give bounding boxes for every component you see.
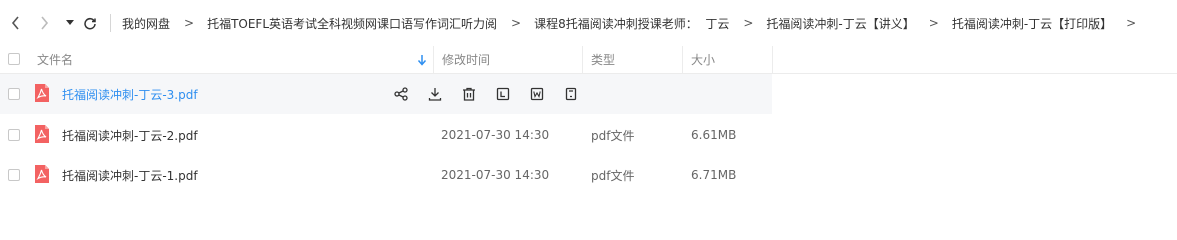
breadcrumb-separator: > bbox=[184, 16, 195, 30]
convert-to-word-button[interactable] bbox=[528, 85, 546, 103]
column-header-type-label: 类型 bbox=[591, 53, 616, 67]
breadcrumb-separator: > bbox=[743, 16, 754, 30]
breadcrumb-item[interactable]: 我的网盘 bbox=[122, 15, 170, 32]
refresh-button[interactable] bbox=[80, 11, 100, 35]
file-list-header: 文件名 修改时间 类型 大小 bbox=[0, 46, 1177, 74]
breadcrumb-item[interactable]: 托福TOEFL英语考试全科视频网课口语写作词汇听力阅 bbox=[207, 15, 497, 32]
file-row[interactable]: 托福阅读冲刺-丁云-3.pdf bbox=[0, 74, 772, 114]
chevron-right-icon bbox=[41, 16, 49, 30]
pdf-file-icon bbox=[35, 125, 49, 143]
pdf-file-icon bbox=[35, 84, 49, 102]
breadcrumb-separator: > bbox=[511, 16, 522, 30]
column-header-size[interactable]: 大小 bbox=[682, 46, 772, 73]
delete-icon bbox=[463, 87, 475, 101]
refresh-icon bbox=[84, 17, 96, 30]
top-bar: 我的网盘 > 托福TOEFL英语考试全科视频网课口语写作词汇听力阅 > 课程8托… bbox=[0, 0, 1177, 46]
row-checkbox[interactable] bbox=[8, 129, 20, 141]
forward-button[interactable] bbox=[34, 11, 54, 35]
file-type: pdf文件 bbox=[591, 128, 635, 143]
caret-down-icon bbox=[66, 20, 74, 25]
column-header-modified-label: 修改时间 bbox=[442, 53, 491, 67]
chevron-left-icon bbox=[11, 16, 19, 30]
file-row[interactable]: 托福阅读冲刺-丁云-1.pdf 2021-07-30 14:30 pdf文件 6… bbox=[0, 155, 772, 195]
download-icon bbox=[428, 88, 442, 101]
column-header-name[interactable]: 文件名 bbox=[26, 46, 433, 73]
rename-button[interactable] bbox=[494, 85, 512, 103]
word-convert-icon bbox=[530, 87, 544, 101]
row-checkbox[interactable] bbox=[8, 169, 20, 181]
row-checkbox[interactable] bbox=[8, 88, 20, 100]
file-type: pdf文件 bbox=[591, 168, 635, 183]
file-name[interactable]: 托福阅读冲刺-丁云-1.pdf bbox=[62, 155, 198, 195]
column-header-size-label: 大小 bbox=[691, 53, 716, 67]
download-button[interactable] bbox=[426, 85, 444, 103]
pdf-file-icon bbox=[35, 165, 49, 183]
history-dropdown-button[interactable] bbox=[60, 11, 80, 35]
file-row[interactable]: 托福阅读冲刺-丁云-2.pdf 2021-07-30 14:30 pdf文件 6… bbox=[0, 115, 772, 155]
file-modified-time: 2021-07-30 14:30 bbox=[441, 128, 550, 142]
breadcrumb: 我的网盘 > 托福TOEFL英语考试全科视频网课口语写作词汇听力阅 > 课程8托… bbox=[110, 0, 1149, 46]
delete-button[interactable] bbox=[460, 85, 478, 103]
row-actions bbox=[392, 85, 596, 103]
file-name[interactable]: 托福阅读冲刺-丁云-2.pdf bbox=[62, 115, 198, 155]
breadcrumb-item[interactable]: 托福阅读冲刺-丁云【打印版】 bbox=[952, 15, 1112, 32]
select-all-checkbox[interactable] bbox=[8, 53, 20, 65]
more-actions-button[interactable] bbox=[562, 85, 580, 103]
breadcrumb-separator: > bbox=[928, 16, 939, 30]
share-button[interactable] bbox=[392, 85, 410, 103]
sort-desc-icon[interactable] bbox=[417, 54, 427, 66]
column-header-name-label: 文件名 bbox=[37, 53, 74, 67]
file-size: 6.61MB bbox=[691, 128, 737, 142]
breadcrumb-separator: > bbox=[1126, 16, 1137, 30]
breadcrumb-divider bbox=[110, 14, 111, 32]
more-icon bbox=[565, 87, 577, 101]
back-button[interactable] bbox=[6, 11, 26, 35]
column-header-spacer bbox=[772, 46, 1177, 73]
file-name-link[interactable]: 托福阅读冲刺-丁云-3.pdf bbox=[62, 74, 198, 114]
column-header-type[interactable]: 类型 bbox=[582, 46, 682, 73]
breadcrumb-item[interactable]: 托福阅读冲刺-丁云【讲义】 bbox=[766, 15, 914, 32]
rename-icon bbox=[496, 87, 510, 101]
column-header-modified[interactable]: 修改时间 bbox=[433, 46, 582, 73]
file-modified-time: 2021-07-30 14:30 bbox=[441, 168, 550, 182]
breadcrumb-item[interactable]: 课程8托福阅读冲刺授课老师： 丁云 bbox=[534, 15, 729, 32]
share-icon bbox=[394, 87, 408, 101]
file-size: 6.71MB bbox=[691, 168, 737, 182]
